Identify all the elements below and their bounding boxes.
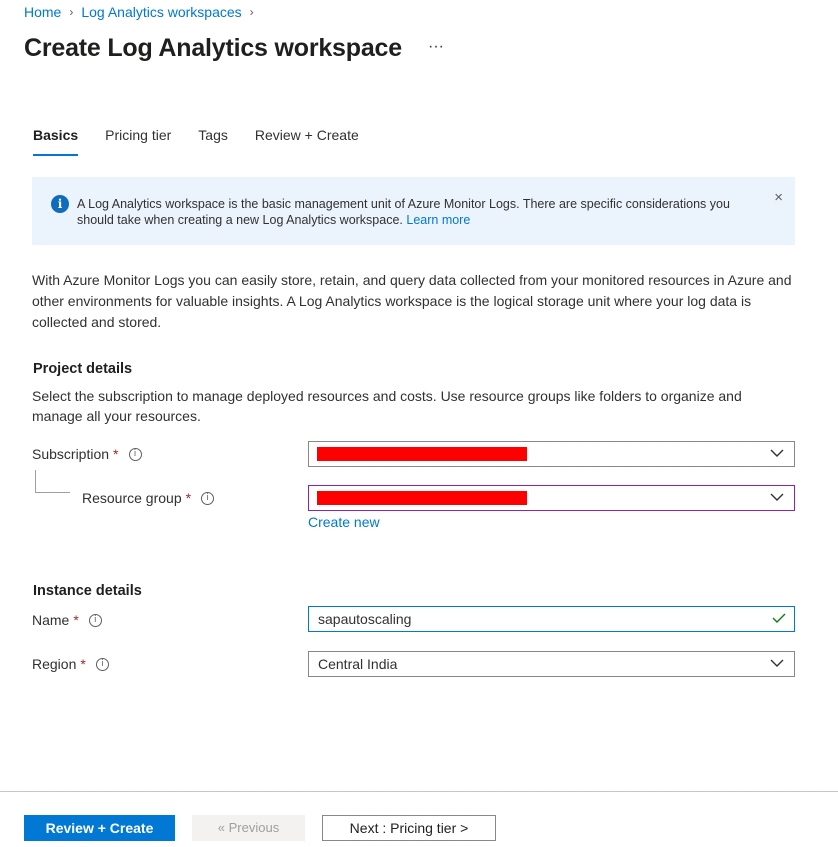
previous-button[interactable]: « Previous — [192, 815, 305, 841]
required-marker: * — [80, 656, 86, 672]
page-description: With Azure Monitor Logs you can easily s… — [32, 272, 792, 330]
name-input-value: sapautoscaling — [318, 611, 412, 627]
info-circle-icon[interactable]: i — [128, 447, 142, 461]
create-new-link[interactable]: Create new — [308, 514, 380, 530]
subscription-dropdown[interactable] — [308, 441, 795, 467]
info-banner: i A Log Analytics workspace is the basic… — [32, 177, 795, 245]
region-dropdown[interactable]: Central India — [308, 651, 795, 677]
chevron-down-icon — [770, 449, 784, 457]
tab-basics[interactable]: Basics — [33, 127, 79, 156]
region-label: Region * i — [32, 656, 109, 672]
footer-divider — [0, 791, 838, 792]
name-label: Name * i — [32, 612, 102, 628]
name-label-text: Name — [32, 612, 70, 628]
tab-bar: Basics Pricing tier Tags Review + Create — [33, 127, 386, 156]
more-options-icon[interactable]: ··· — [428, 38, 444, 56]
project-details-heading: Project details — [33, 361, 133, 377]
required-marker: * — [113, 446, 119, 462]
required-marker: * — [73, 612, 79, 628]
breadcrumb: Home › Log Analytics workspaces › — [24, 4, 262, 20]
checkmark-icon — [772, 613, 786, 623]
chevron-down-icon — [770, 493, 784, 501]
resource-group-label-text: Resource group — [82, 490, 182, 506]
subscription-label-text: Subscription — [32, 446, 110, 462]
info-circle-icon[interactable]: i — [88, 613, 102, 627]
redacted-value — [317, 447, 527, 461]
instance-details-heading: Instance details — [33, 583, 142, 599]
info-circle-icon[interactable]: i — [95, 657, 109, 671]
breadcrumb-home-link[interactable]: Home — [24, 4, 61, 20]
subscription-label: Subscription * i — [32, 446, 142, 462]
region-selected-value: Central India — [318, 656, 398, 672]
chevron-down-icon — [770, 659, 784, 667]
breadcrumb-workspaces-link[interactable]: Log Analytics workspaces — [81, 4, 241, 20]
info-circle-icon[interactable]: i — [201, 491, 215, 505]
tree-connector — [35, 470, 36, 492]
breadcrumb-separator: › — [69, 5, 74, 19]
close-icon[interactable]: × — [774, 189, 783, 206]
resource-group-label: Resource group * i — [82, 490, 215, 506]
resource-group-dropdown[interactable] — [308, 485, 795, 511]
breadcrumb-separator: › — [249, 5, 254, 19]
tab-review-create[interactable]: Review + Create — [255, 127, 359, 155]
tab-tags[interactable]: Tags — [198, 127, 228, 155]
region-label-text: Region — [32, 656, 77, 672]
info-banner-text: A Log Analytics workspace is the basic m… — [77, 196, 757, 228]
info-icon: i — [51, 195, 69, 213]
info-banner-message: A Log Analytics workspace is the basic m… — [77, 197, 730, 227]
review-create-button[interactable]: Review + Create — [24, 815, 175, 841]
project-details-description: Select the subscription to manage deploy… — [32, 388, 742, 424]
name-input[interactable]: sapautoscaling — [308, 606, 795, 632]
tab-pricing-tier[interactable]: Pricing tier — [105, 127, 171, 155]
tree-connector — [35, 492, 70, 493]
redacted-value — [317, 491, 527, 505]
page-title: Create Log Analytics workspace — [24, 34, 402, 62]
learn-more-link[interactable]: Learn more — [406, 213, 470, 227]
required-marker: * — [185, 490, 192, 506]
next-pricing-tier-button[interactable]: Next : Pricing tier > — [322, 815, 496, 841]
